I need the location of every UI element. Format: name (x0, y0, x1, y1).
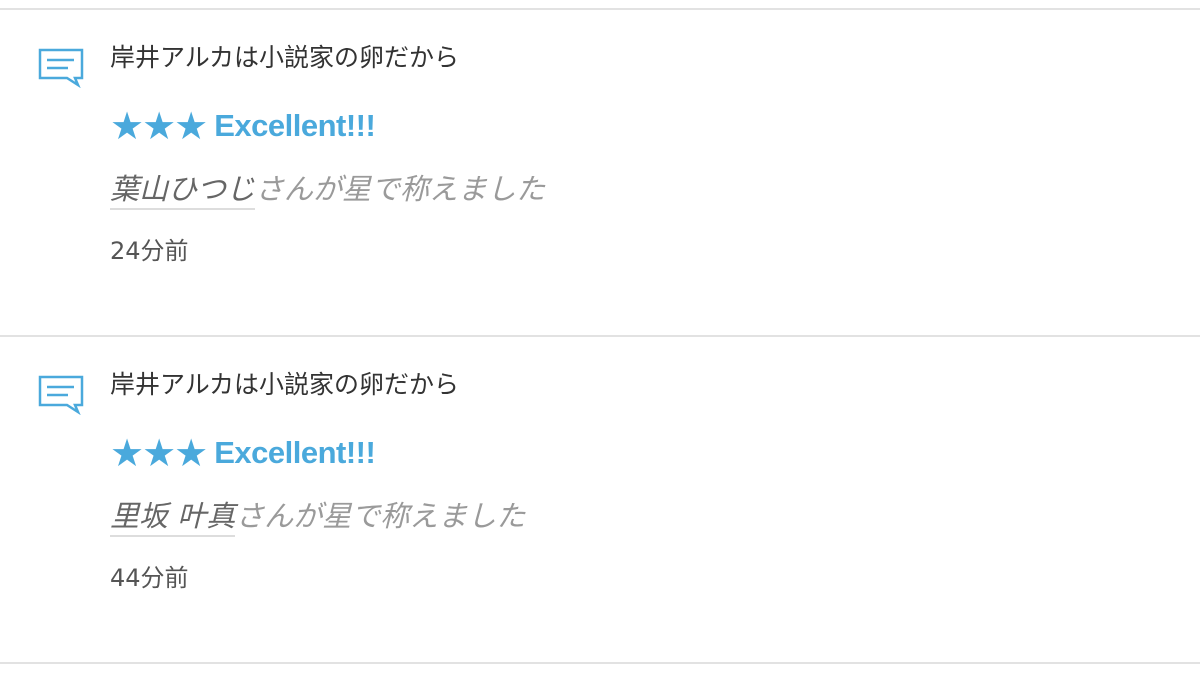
star-rating-icons: ★★★ (110, 104, 208, 148)
work-title-link[interactable]: 岸井アルカは小説家の卵だから (110, 42, 459, 74)
work-title-link[interactable]: 岸井アルカは小説家の卵だから (110, 369, 459, 401)
timestamp: 24分前 (110, 237, 189, 265)
rating-label: Excellent!!! (214, 435, 376, 470)
praise-text: さんが星で称えました (255, 172, 546, 206)
rating-label: Excellent!!! (214, 108, 376, 143)
comment-icon (38, 375, 84, 415)
user-name-link[interactable]: 里坂 叶真 (110, 499, 236, 537)
notification-item[interactable]: 岸井アルカは小説家の卵だから ★★★ Excellent!!! 里坂 叶真さんが… (0, 337, 1200, 662)
praise-line: 里坂 叶真さんが星で称えました (110, 495, 525, 541)
notification-item[interactable]: 岸井アルカは小説家の卵だから ★★★ Excellent!!! 葉山ひつじさんが… (0, 10, 1200, 335)
timestamp: 44分前 (110, 564, 189, 592)
divider (0, 662, 1200, 664)
praise-text: さんが星で称えました (235, 499, 526, 533)
rating: ★★★ Excellent!!! (110, 429, 376, 477)
comment-icon (38, 48, 84, 88)
star-rating-icons: ★★★ (110, 431, 208, 475)
praise-line: 葉山ひつじさんが星で称えました (110, 168, 545, 214)
user-name-link[interactable]: 葉山ひつじ (110, 172, 256, 210)
rating: ★★★ Excellent!!! (110, 102, 376, 150)
